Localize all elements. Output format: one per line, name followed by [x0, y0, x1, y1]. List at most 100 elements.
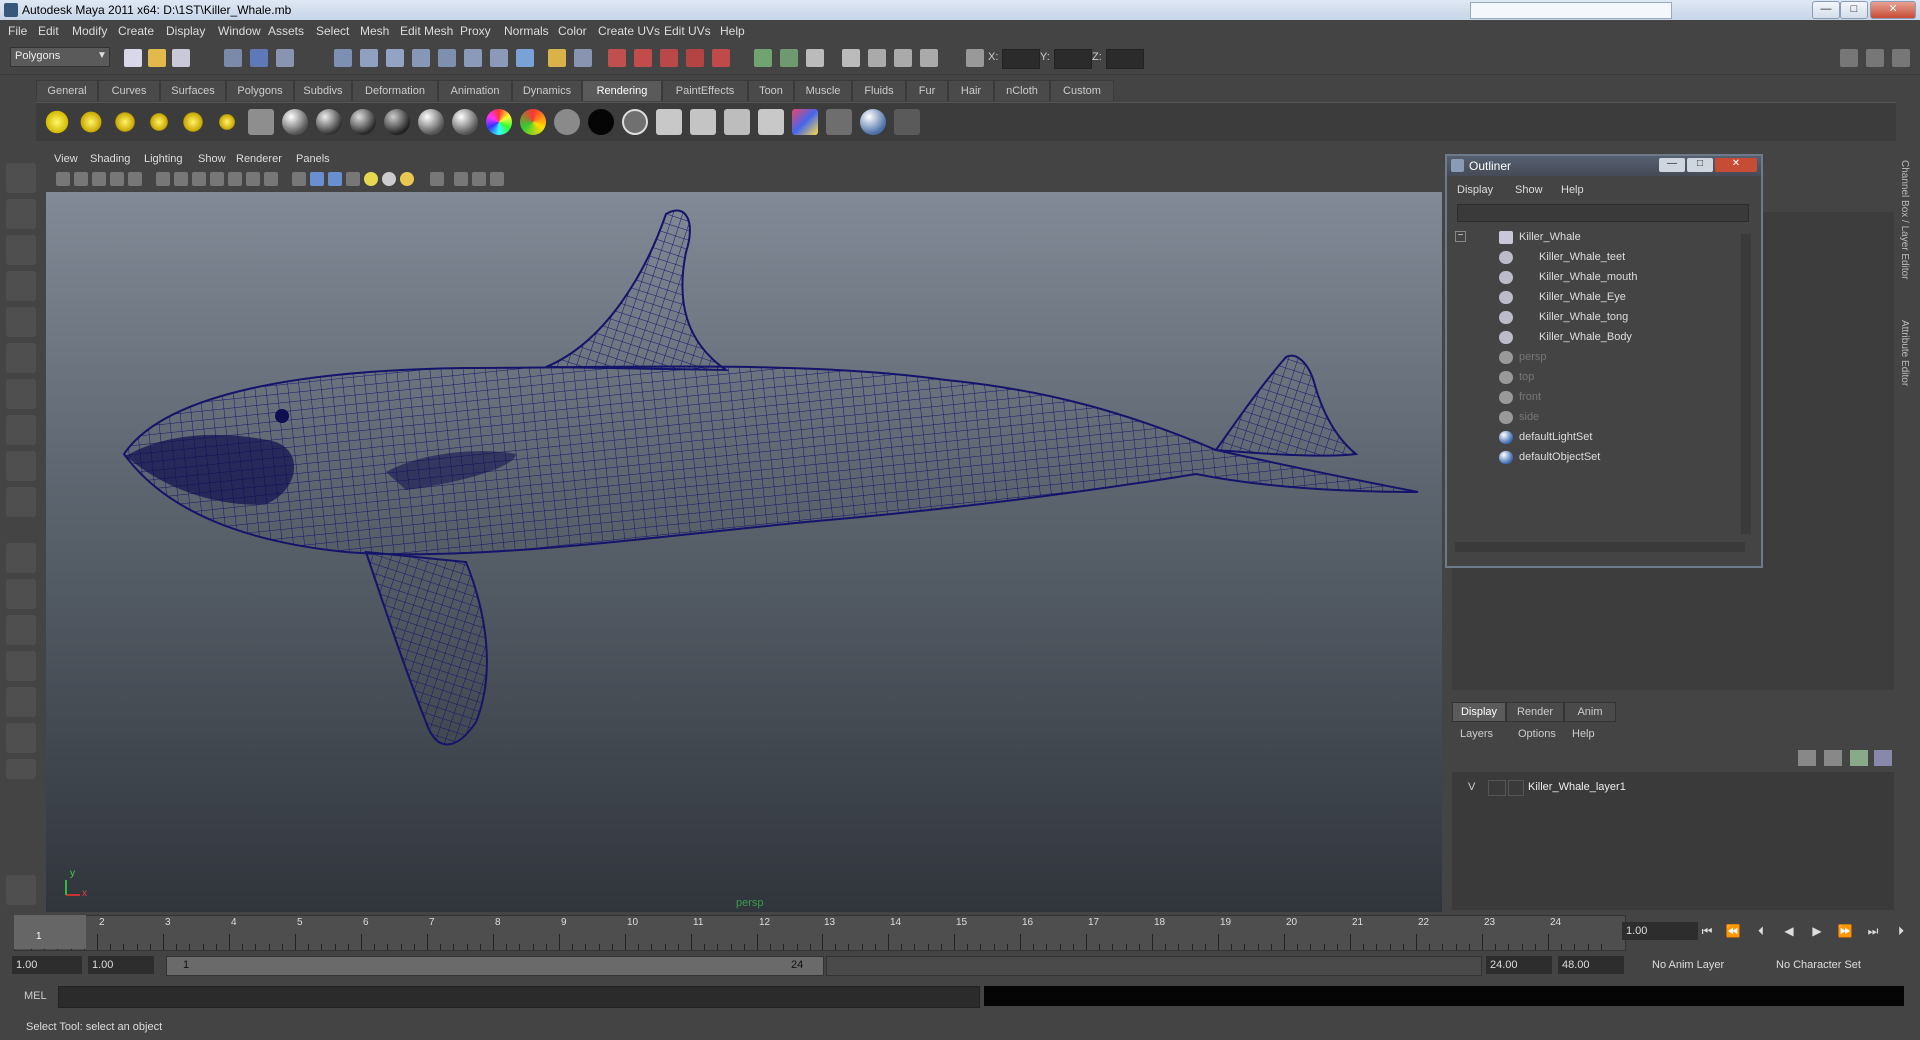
hypershade-persp-layout-icon[interactable]	[6, 687, 36, 717]
anisotropic-shader-icon[interactable]	[418, 109, 444, 135]
vp-menu-shading[interactable]: Shading	[90, 153, 130, 165]
z-coordinate-field[interactable]	[1106, 49, 1144, 69]
select-camera-icon[interactable]	[56, 172, 70, 186]
layer-tab-anim[interactable]: Anim	[1564, 702, 1616, 722]
save-scene-icon[interactable]	[172, 49, 190, 67]
shelf-tab-polygons[interactable]: Polygons	[226, 80, 294, 101]
render-view-window-icon[interactable]	[758, 109, 784, 135]
wireframe-on-shaded-icon[interactable]	[328, 172, 342, 186]
help-question-icon[interactable]	[516, 49, 534, 67]
attribute-editor-tab[interactable]: Attribute Editor	[1899, 320, 1910, 386]
outliner-title-bar[interactable]: Outliner — □ ✕	[1447, 156, 1761, 176]
construction-icon[interactable]	[490, 49, 508, 67]
ramp-shader-icon[interactable]	[486, 109, 512, 135]
new-layer-icon[interactable]	[1798, 750, 1816, 766]
use-all-lights-icon[interactable]	[364, 172, 378, 186]
bookmark-icon[interactable]	[92, 172, 106, 186]
outliner-menu-display[interactable]: Display	[1457, 184, 1493, 196]
ipr-clapper-icon[interactable]	[690, 109, 716, 135]
soft-mod-icon[interactable]	[6, 415, 36, 445]
shelf-tab-surfaces[interactable]: Surfaces	[160, 80, 226, 101]
hypershade-window-icon[interactable]	[826, 109, 852, 135]
select-arrow-icon[interactable]	[6, 163, 36, 193]
step-forward-key-icon[interactable]: ⏩	[1834, 922, 1856, 940]
shelf-tab-painteffects[interactable]: PaintEffects	[662, 80, 748, 101]
rotate-tool-icon[interactable]	[6, 307, 36, 337]
show-channel-box-icon[interactable]	[894, 49, 912, 67]
animation-start-field[interactable]: 1.00	[12, 956, 82, 974]
outliner-item-top[interactable]: top	[1453, 368, 1733, 388]
safe-action-icon[interactable]	[246, 172, 260, 186]
outliner-minimize-button[interactable]: —	[1659, 158, 1685, 172]
go-to-start-icon[interactable]: ⏮	[1696, 922, 1718, 940]
shelf-tab-rendering[interactable]: Rendering	[582, 80, 662, 101]
x-coordinate-field[interactable]	[1002, 49, 1040, 69]
wireframe-icon[interactable]	[292, 172, 306, 186]
window-search-field[interactable]	[1470, 2, 1672, 19]
outliner-maximize-button[interactable]: □	[1687, 158, 1713, 172]
outliner-item-mouth[interactable]: Killer_Whale_mouth	[1453, 268, 1733, 288]
xray-active-icon[interactable]	[490, 172, 504, 186]
graph-persp-layout-icon[interactable]	[6, 651, 36, 681]
paint-select-icon[interactable]	[6, 235, 36, 265]
menu-create[interactable]: Create	[118, 24, 154, 38]
shelf-tab-subdivs[interactable]: Subdivs	[294, 80, 352, 101]
show-tool-settings-icon[interactable]	[868, 49, 886, 67]
area-light-icon[interactable]	[180, 109, 206, 135]
volume-light-icon[interactable]	[214, 109, 240, 135]
play-forwards-icon[interactable]: ▶	[1806, 922, 1828, 940]
last-tool-icon[interactable]	[6, 487, 36, 517]
lasso-icon[interactable]	[6, 199, 36, 229]
vp-menu-lighting[interactable]: Lighting	[144, 153, 183, 165]
layers-menu[interactable]: Layers	[1460, 728, 1493, 740]
phonge-shader-icon[interactable]	[384, 109, 410, 135]
field-chart-icon[interactable]	[228, 172, 242, 186]
outliner-filter-field[interactable]	[1457, 204, 1749, 222]
menu-edit[interactable]: Edit	[38, 24, 59, 38]
menu-edit-mesh[interactable]: Edit Mesh	[400, 24, 453, 38]
lock-icon[interactable]	[548, 49, 566, 67]
layer-tab-render[interactable]: Render	[1506, 702, 1564, 722]
step-forward-frame-icon[interactable]: ⏵	[1890, 922, 1912, 940]
y-coordinate-field[interactable]	[1054, 49, 1092, 69]
paint-brush-icon[interactable]	[894, 109, 920, 135]
range-slider-track[interactable]	[826, 956, 1482, 976]
persp-graph-layout-icon[interactable]	[6, 723, 36, 753]
outliner-persp-layout-icon[interactable]	[6, 615, 36, 645]
menu-modify[interactable]: Modify	[72, 24, 107, 38]
toggle-channel-box-icon[interactable]	[1892, 49, 1910, 67]
anim-layer-dropdown[interactable]: No Anim Layer	[1648, 956, 1752, 974]
point-light-icon[interactable]	[112, 109, 138, 135]
play-backwards-icon[interactable]: ◀	[1778, 922, 1800, 940]
shelf-tab-ncloth[interactable]: nCloth	[994, 80, 1050, 101]
mental-ray-icon[interactable]	[860, 109, 886, 135]
time-slider[interactable]: 123456789101112131415161718192021222324	[14, 915, 1626, 951]
current-time-indicator[interactable]: 1	[14, 915, 86, 949]
menu-file[interactable]: File	[8, 24, 27, 38]
layer-color-swatch[interactable]	[1508, 780, 1524, 796]
move-tool-icon[interactable]	[6, 271, 36, 301]
rename-icon[interactable]	[780, 49, 798, 67]
spot-light-icon[interactable]	[146, 109, 172, 135]
ambient-light-icon[interactable]	[44, 109, 70, 135]
grid-icon[interactable]	[156, 172, 170, 186]
manipulator-icon[interactable]	[6, 379, 36, 409]
outliner-vertical-scrollbar[interactable]	[1741, 234, 1751, 534]
shelf-tab-deformation[interactable]: Deformation	[352, 80, 438, 101]
step-back-key-icon[interactable]: ⏪	[1722, 922, 1744, 940]
toggle-attribute-editor-icon[interactable]	[1840, 49, 1858, 67]
open-scene-icon[interactable]	[148, 49, 166, 67]
move-layer-down-icon[interactable]	[1874, 750, 1892, 766]
single-perspective-layout-icon[interactable]	[6, 543, 36, 573]
shelf-tab-curves[interactable]: Curves	[98, 80, 160, 101]
menu-help[interactable]: Help	[720, 24, 745, 38]
menu-mesh[interactable]: Mesh	[360, 24, 389, 38]
lambert-shader-icon[interactable]	[282, 109, 308, 135]
render-current-icon[interactable]	[608, 49, 626, 67]
image-plane-icon[interactable]	[110, 172, 124, 186]
shelf-tab-general[interactable]: General	[36, 80, 98, 101]
outliner-item-persp[interactable]: persp	[1453, 348, 1733, 368]
two-d-pan-icon[interactable]	[128, 172, 142, 186]
outliner-item-tong[interactable]: Killer_Whale_tong	[1453, 308, 1733, 328]
resolution-gate-icon[interactable]	[192, 172, 206, 186]
